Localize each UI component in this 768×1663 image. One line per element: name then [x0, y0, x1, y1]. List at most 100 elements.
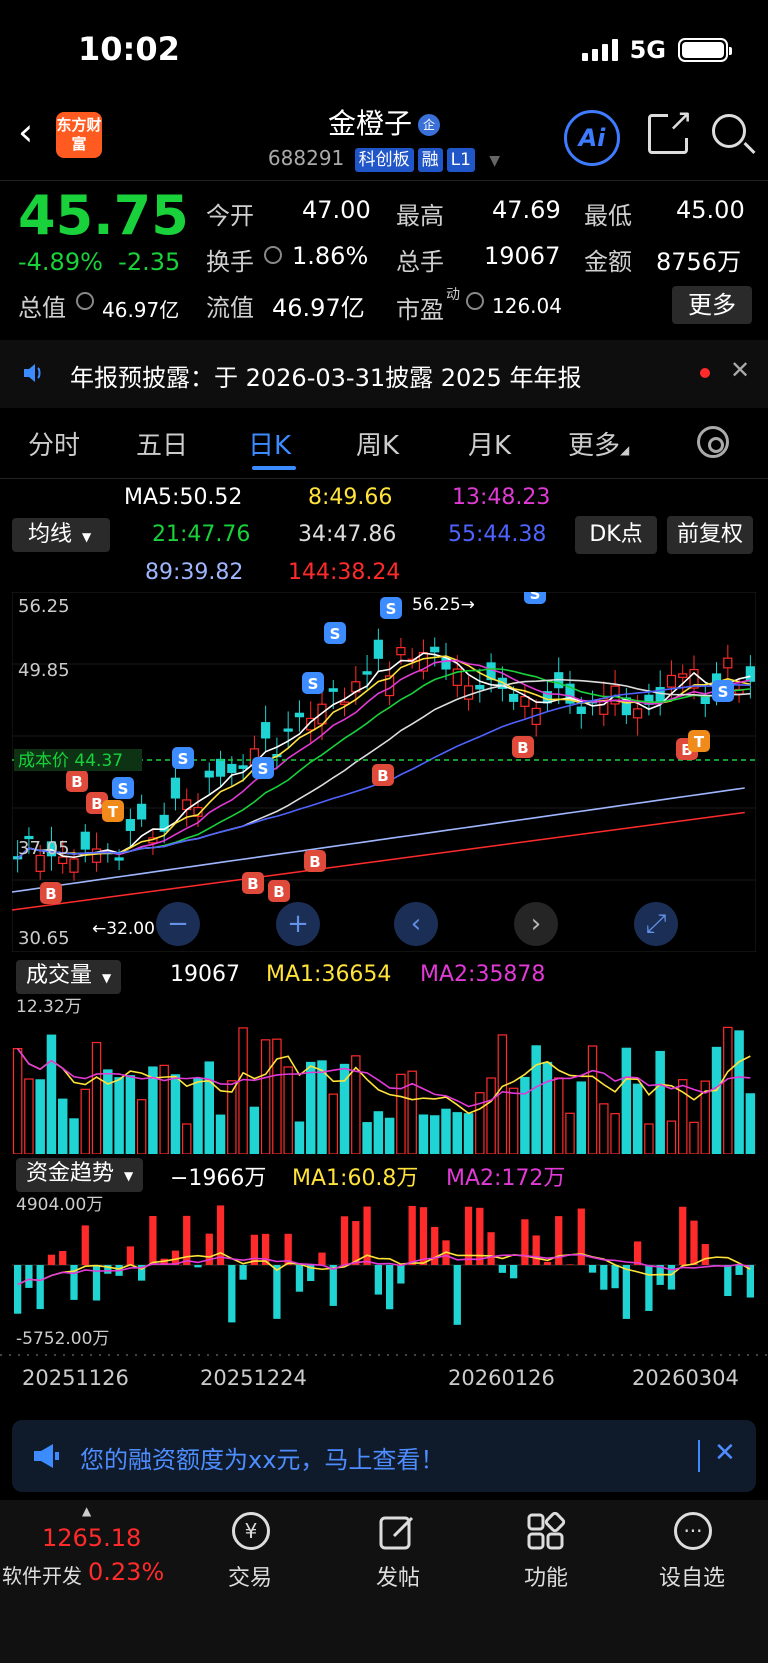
- volume-bar: [734, 1030, 744, 1154]
- close-icon[interactable]: ✕: [730, 356, 750, 384]
- zoom-in-button[interactable]: +: [276, 902, 320, 946]
- fund-bar: [521, 1219, 529, 1265]
- volume-bar: [362, 1122, 372, 1154]
- candle-body: [576, 706, 586, 714]
- nav-watchlist[interactable]: 设自选: [642, 1560, 742, 1592]
- dk-button[interactable]: DK点: [575, 516, 657, 554]
- fund-bar: [724, 1265, 732, 1297]
- volume-bar: [57, 1098, 68, 1154]
- candle-body: [80, 831, 90, 850]
- fund-bar: [622, 1265, 630, 1319]
- high-marker-value: 56.25: [412, 595, 461, 615]
- nav-post[interactable]: 发帖: [348, 1560, 448, 1592]
- fund-bar: [36, 1265, 44, 1310]
- volume-bar: [587, 1045, 598, 1154]
- share-icon[interactable]: [648, 103, 693, 154]
- fund-bar: [532, 1235, 540, 1265]
- fund-bar: [645, 1265, 653, 1311]
- promo-divider: [698, 1440, 700, 1472]
- scroll-left-button[interactable]: ‹: [394, 902, 438, 946]
- tab-more[interactable]: 更多◢: [568, 425, 629, 462]
- close-icon[interactable]: ✕: [714, 1438, 736, 1468]
- nav-trade[interactable]: 交易: [200, 1560, 300, 1592]
- kline-chart[interactable]: SSSSSSSSBBBB BBBB BTT 56.25 49.85 37.05 30…: [12, 592, 756, 952]
- notice-text: 年报预披露：于 2026-03-31披露 2025 年年报: [70, 364, 582, 392]
- enterprise-badge: 企: [418, 114, 440, 136]
- fund-bar: [14, 1265, 22, 1314]
- tab-weekly-k[interactable]: 周K: [356, 425, 399, 462]
- signal-label: B: [273, 883, 284, 901]
- fund-bar: [690, 1220, 698, 1265]
- volume-ma1: MA1:36654: [266, 962, 392, 987]
- candle-body: [283, 728, 293, 732]
- volume-bar: [12, 1048, 23, 1154]
- volume-bar: [260, 1039, 271, 1154]
- ai-icon[interactable]: Ai: [564, 110, 620, 166]
- tab-intraday[interactable]: 分时: [28, 425, 80, 462]
- volume-bar: [520, 1076, 530, 1154]
- tab-five-day[interactable]: 五日: [136, 425, 188, 462]
- adjust-button[interactable]: 前复权: [667, 516, 753, 554]
- chevron-down-icon: ▼: [489, 153, 501, 169]
- candle-body: [227, 763, 237, 773]
- ma-selector[interactable]: 均线 ▼: [12, 518, 110, 552]
- candle-body: [215, 758, 226, 777]
- volume-selector[interactable]: 成交量 ▼: [16, 960, 122, 994]
- info-icon[interactable]: [466, 292, 484, 310]
- candle-body: [633, 708, 643, 719]
- more-dots-icon[interactable]: ···: [674, 1512, 712, 1550]
- zoom-out-button[interactable]: −: [156, 902, 200, 946]
- volume-bar: [24, 1078, 34, 1154]
- edit-icon[interactable]: [378, 1512, 418, 1552]
- chevron-down-icon: ▼: [82, 530, 92, 544]
- signal-label: S: [386, 600, 397, 618]
- index-value[interactable]: 1265.18: [42, 1524, 141, 1552]
- high-label: 最高: [396, 202, 444, 230]
- network-type: 5G: [629, 36, 666, 64]
- fund-ma1: MA1:60.8万: [292, 1166, 419, 1191]
- y-label-bottom: 30.65: [18, 928, 70, 949]
- scroll-right-button[interactable]: ›: [514, 902, 558, 946]
- info-icon[interactable]: [76, 292, 94, 310]
- candle-body: [294, 712, 305, 718]
- signal-label: B: [247, 875, 258, 893]
- fund-bar: [566, 1264, 574, 1265]
- volume-bar: [553, 1077, 564, 1154]
- signal-icon: [581, 39, 618, 61]
- signal-label: T: [694, 733, 705, 751]
- tab-daily-k[interactable]: 日K: [248, 425, 291, 462]
- fund-selector-label: 资金趋势: [26, 1161, 115, 1186]
- fund-bar: [419, 1207, 428, 1265]
- candle-body: [520, 696, 530, 707]
- info-icon[interactable]: [264, 246, 282, 264]
- candle-body: [170, 777, 181, 799]
- index-name[interactable]: 软件开发: [2, 1560, 82, 1589]
- signal-label: S: [718, 683, 729, 701]
- grid-icon[interactable]: [526, 1512, 566, 1552]
- fund-selector[interactable]: 资金趋势 ▼: [16, 1158, 144, 1192]
- nav-function[interactable]: 功能: [496, 1560, 596, 1592]
- amount-label: 金额: [584, 248, 632, 276]
- signal-label: T: [108, 803, 119, 821]
- volume-label: 总手: [396, 248, 444, 276]
- volume-bar: [429, 1115, 440, 1154]
- search-icon[interactable]: [712, 114, 746, 148]
- tab-monthly-k[interactable]: 月K: [468, 425, 511, 462]
- volume-bar: [305, 1061, 316, 1154]
- date-label-2: 20251224: [200, 1366, 307, 1390]
- open-label: 今开: [206, 202, 254, 230]
- volume-bar: [125, 1075, 136, 1154]
- change-amount: -2.35: [118, 248, 181, 276]
- tag-star-market: 科创板: [354, 148, 414, 172]
- fund-bar: [600, 1265, 608, 1290]
- volume-bar: [181, 1123, 192, 1154]
- more-button[interactable]: 更多: [672, 286, 752, 324]
- signal-label: B: [91, 795, 102, 813]
- float-label: 流值: [206, 294, 254, 322]
- gear-icon[interactable]: [697, 426, 729, 458]
- fullscreen-icon[interactable]: ⤢: [634, 902, 678, 946]
- trade-icon[interactable]: ¥: [232, 1512, 270, 1550]
- ma89-value: 89:39.82: [145, 560, 244, 585]
- volume-bar: [644, 1123, 654, 1154]
- pe-value: 126.04: [492, 294, 562, 318]
